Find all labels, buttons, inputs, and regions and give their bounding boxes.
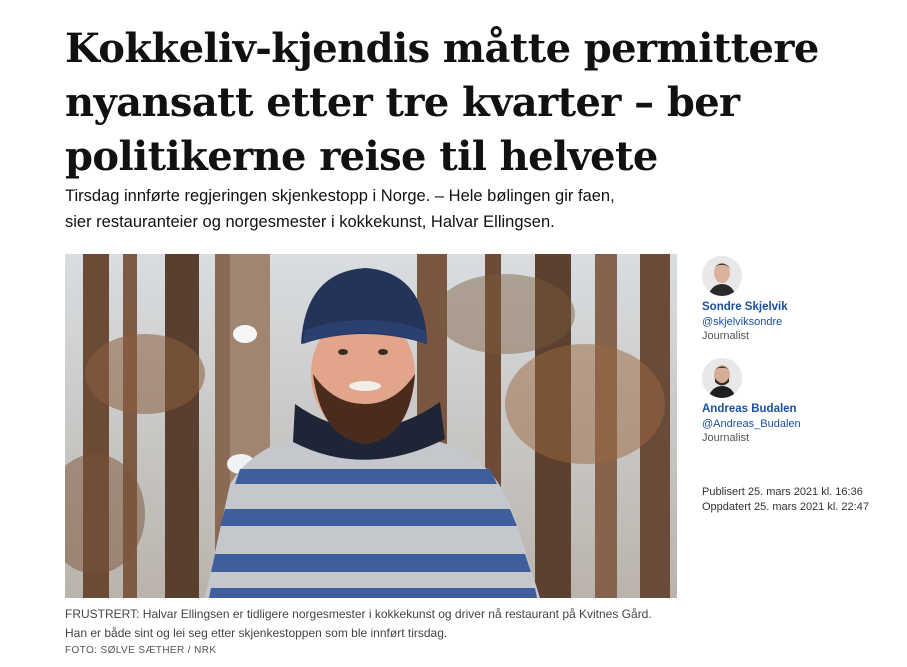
published-date: Publisert 25. mars 2021 kl. 16:36 xyxy=(702,486,863,498)
updated-date: Oppdatert 25. mars 2021 kl. 22:47 xyxy=(702,501,869,513)
author-avatar-icon[interactable] xyxy=(702,358,742,398)
photo-caption: FRUSTRERT: Halvar Ellingsen er tidligere… xyxy=(65,607,652,640)
author-role: Journalist xyxy=(702,330,750,342)
photo-credit: FOTO: SØLVE SÆTHER / NRK xyxy=(65,645,217,656)
author-handle[interactable]: @Andreas_Budalen xyxy=(702,417,892,431)
author-card: Andreas Budalen @Andreas_Budalen Journal… xyxy=(702,358,892,445)
headline: Kokkeliv-kjendis måtte permittere nyansa… xyxy=(65,25,819,180)
article-dates: Publisert 25. mars 2021 kl. 16:36 Oppdat… xyxy=(702,485,869,515)
author-name[interactable]: Andreas Budalen xyxy=(702,402,892,417)
author-role: Journalist xyxy=(702,432,750,444)
author-name[interactable]: Sondre Skjelvik xyxy=(702,300,892,315)
author-avatar-icon[interactable] xyxy=(702,256,742,296)
author-handle[interactable]: @skjelviksondre xyxy=(702,315,892,329)
author-card: Sondre Skjelvik @skjelviksondre Journali… xyxy=(702,256,892,343)
lead-text: Tirsdag innførte regjeringen skjenkestop… xyxy=(65,187,615,231)
photo-illustration xyxy=(65,254,677,598)
article-photo[interactable] xyxy=(65,254,677,598)
